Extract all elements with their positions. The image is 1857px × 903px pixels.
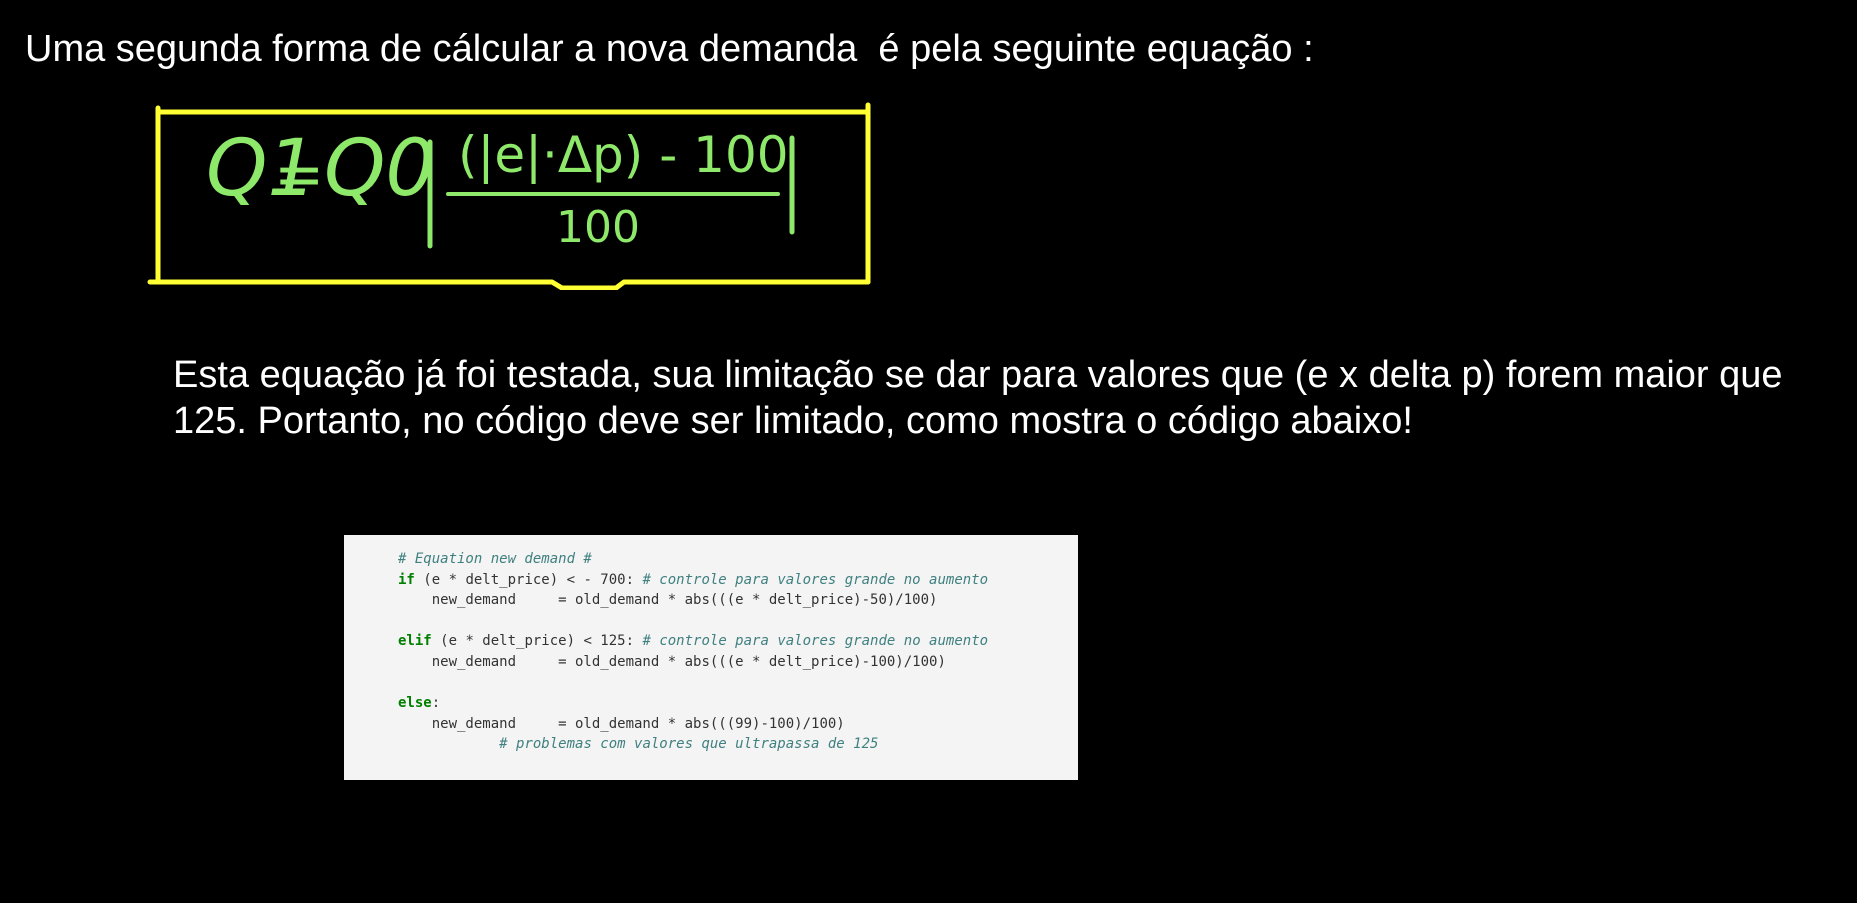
- code-assignment-1: new_demand = old_demand * abs(((e * delt…: [431, 592, 938, 609]
- code-line-3: new_demand = old_demand * abs(((e * delt…: [398, 590, 1078, 611]
- code-comment-3: # problemas com valores que ultrapassa d…: [499, 736, 879, 753]
- code-comment-1: # controle para valores grande no aument…: [642, 571, 989, 588]
- formula-box: Q1 = Q0 (|e|·Δp) - 100 100: [146, 100, 886, 290]
- code-assignment-3: new_demand = old_demand * abs(((99)-100)…: [431, 715, 845, 732]
- code-condition-1: (e * delt_price) < - 700:: [423, 571, 635, 588]
- code-elif-keyword: elif: [398, 633, 432, 650]
- code-comment-header: # Equation new demand #: [398, 551, 592, 567]
- formula-numerator: (|e|·Δp) - 100: [458, 126, 789, 184]
- code-block: # Equation new demand # if (e * delt_pric…: [344, 535, 1078, 780]
- code-line-1: # Equation new demand #: [398, 549, 1078, 570]
- formula-equals: =: [274, 140, 324, 210]
- code-line-blank-2: [398, 673, 1078, 694]
- code-comment-2: # controle para valores grande no aument…: [642, 633, 989, 650]
- code-line-10: # problemas com valores que ultrapassa d…: [398, 734, 1078, 755]
- code-line-6: new_demand = old_demand * abs(((e * delt…: [398, 652, 1078, 673]
- slide-heading: Uma segunda forma de cálcular a nova dem…: [25, 28, 1314, 70]
- code-content: # Equation new demand # if (e * delt_pric…: [344, 535, 1078, 755]
- code-if-keyword: if: [398, 571, 415, 588]
- limitation-paragraph: Esta equação já foi testada, sua limitaç…: [173, 354, 1783, 442]
- formula-q0: Q0: [324, 124, 435, 214]
- code-else-keyword: else: [398, 695, 432, 712]
- formula-denominator: 100: [556, 202, 640, 253]
- code-line-blank-1: [398, 611, 1078, 632]
- code-line-8: else:: [398, 695, 441, 712]
- code-line-9: new_demand = old_demand * abs(((99)-100)…: [398, 714, 1078, 735]
- code-assignment-2: new_demand = old_demand * abs(((e * delt…: [431, 653, 946, 670]
- code-line-2: if (e * delt_price) < - 700: # controle …: [398, 570, 1078, 591]
- code-line-5: elif (e * delt_price) < 125: # controle …: [398, 631, 1078, 652]
- code-condition-2: (e * delt_price) < 125:: [440, 633, 635, 650]
- formula-drawing: Q1 = Q0 (|e|·Δp) - 100 100: [147, 102, 871, 290]
